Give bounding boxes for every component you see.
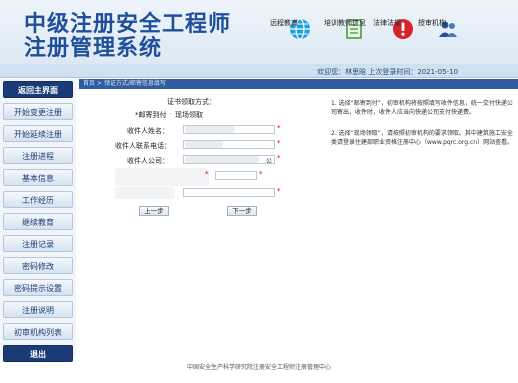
nav-remote-education[interactable]: 远程教育: [270, 18, 330, 40]
redacted-block: [115, 187, 175, 199]
required-mark: *: [277, 124, 281, 132]
recipient-company-label: 收件人公司：: [127, 157, 169, 165]
radio-pickup-label: 现场领取: [175, 111, 203, 119]
main-panel: 首页 > 领证方式/邮寄信息填写 证书领取方式： *邮寄到付 · 现场领取 收件…: [79, 79, 518, 357]
required-mark: *: [277, 139, 281, 147]
nav-label: 法律法规: [373, 19, 401, 27]
next-step-button[interactable]: 下一步: [227, 206, 257, 216]
footer-text: 中国安全生产科学研究院注册安全工程师注册管理中心: [186, 364, 331, 371]
sidebar-item-password-hint[interactable]: 密码提示设置: [3, 279, 73, 296]
separator: ·: [169, 110, 172, 118]
sidebar-item-records[interactable]: 注册记录: [3, 235, 73, 252]
company-value: 公: [265, 158, 272, 165]
redacted-value: [185, 156, 259, 163]
required-mark: *: [205, 170, 209, 178]
sidebar-item-education[interactable]: 继续教育: [3, 213, 73, 230]
nav-label: 培训教师信息: [324, 19, 366, 27]
sidebar-item-change-reg[interactable]: 开始变更注册: [3, 103, 73, 120]
welcome-text: 欢迎您：林思晗 上次登录时间：2021-05-10: [317, 68, 458, 76]
radio-mail-option[interactable]: *邮寄到付: [135, 110, 167, 120]
radio-pickup-option[interactable]: 现场领取: [175, 110, 203, 120]
redacted-value: [185, 141, 223, 148]
required-mark: *: [277, 187, 281, 195]
system-title-line2: 注册管理系统: [24, 36, 163, 61]
recipient-phone-label: 收件人联系电话：: [115, 142, 171, 150]
prev-step-button[interactable]: 上一步: [139, 206, 169, 216]
sidebar-item-password[interactable]: 密码修改: [3, 257, 73, 274]
sidebar-item-agency-list[interactable]: 初审机构列表: [3, 323, 73, 340]
postal-input[interactable]: [183, 188, 275, 197]
note-pickup: 2. 选择“现场领取”，请按照初审机构的要求领取。其中建筑施工安全类请登录住建部…: [331, 130, 514, 146]
breadcrumb: 首页 > 领证方式/邮寄信息填写: [79, 79, 518, 89]
nav-label: 远程教育: [270, 19, 298, 27]
redacted-address-block: [115, 168, 209, 186]
sidebar: 返回主界面 开始变更注册 开始延续注册 注册进程 基本信息 工作经历 继续教育 …: [0, 79, 76, 362]
nav-review-agency[interactable]: 授审机构: [418, 18, 478, 40]
address-input[interactable]: [215, 171, 257, 180]
required-mark: *: [277, 154, 281, 162]
sidebar-item-progress[interactable]: 注册进程: [3, 147, 73, 164]
header: 中级注册安全工程师 注册管理系统 远程教育 培训教师信息 法律法规 授审机构: [0, 0, 518, 72]
sidebar-item-renew-reg[interactable]: 开始延续注册: [3, 125, 73, 142]
nav-label: 授审机构: [418, 19, 446, 27]
welcome-bar: 欢迎您：林思晗 上次登录时间：2021-05-10: [0, 64, 518, 78]
note-mail: 1. 选择“邮寄到付”，初审机构将按照填写收件信息，统一交付快递公司寄出，收件时…: [331, 100, 513, 116]
redacted-value: [185, 126, 235, 133]
sidebar-item-logout[interactable]: 退出: [3, 345, 73, 362]
sidebar-item-work-history[interactable]: 工作经历: [3, 191, 73, 208]
method-title: 证书领取方式：: [167, 98, 216, 106]
sidebar-item-home[interactable]: 返回主界面: [3, 81, 73, 98]
sidebar-item-basic-info[interactable]: 基本信息: [3, 169, 73, 186]
required-mark: *: [259, 170, 263, 178]
radio-mail-label: *邮寄到付: [135, 111, 167, 119]
sidebar-item-reg-guide[interactable]: 注册说明: [3, 301, 73, 318]
recipient-name-label: 收件人姓名：: [127, 127, 169, 135]
